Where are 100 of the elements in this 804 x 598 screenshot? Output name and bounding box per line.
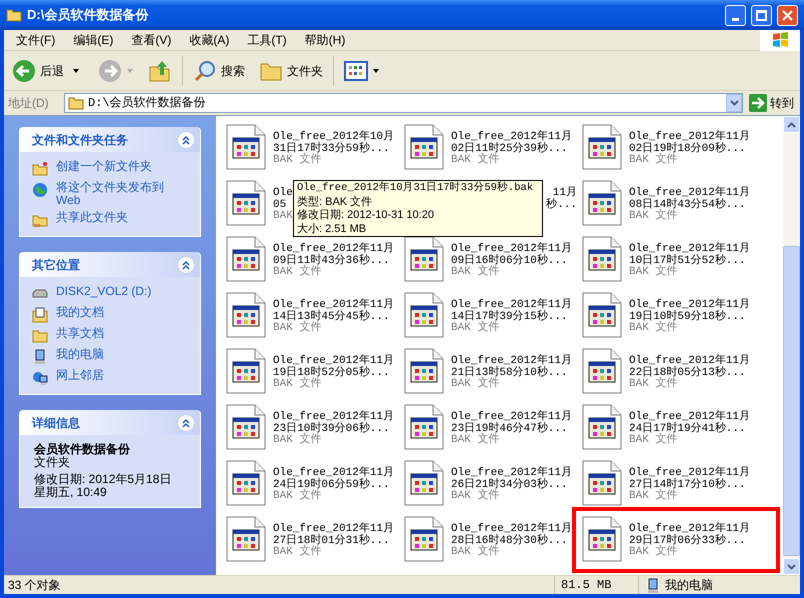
document-icon [582, 404, 622, 450]
document-icon [226, 292, 266, 338]
file-name[interactable]: 11月 [552, 188, 577, 200]
collapse-icon[interactable] [177, 130, 195, 148]
menu-item[interactable]: 工具(T) [247, 31, 287, 49]
panel-link[interactable]: 将这个文件夹发布到 Web [56, 181, 164, 207]
folder-type: 文件夹 [34, 456, 71, 469]
document-icon [226, 124, 266, 170]
document-icon [582, 124, 622, 170]
panel-header[interactable]: 详细信息 [20, 410, 200, 435]
menu-item[interactable]: 收藏(A) [189, 31, 230, 49]
document-icon [582, 348, 622, 394]
globe-icon [32, 182, 48, 198]
panel-link[interactable]: 我的电脑 [56, 348, 104, 361]
file-type: BAK 文件 [273, 155, 322, 166]
maximize-button[interactable] [751, 4, 772, 26]
file-type: BAK 文件 [273, 435, 322, 446]
file-type: BAK 文件 [629, 155, 678, 166]
document-icon [226, 348, 266, 394]
go-button[interactable]: 转到 [747, 94, 796, 112]
views-icon[interactable] [344, 60, 368, 80]
menu-item[interactable]: 查看(V) [131, 31, 172, 49]
document-icon [226, 516, 266, 562]
folder-icon [6, 8, 22, 22]
file-name[interactable]: Ole 05 [273, 188, 293, 211]
file-type: BAK 文件 [451, 435, 500, 446]
file-type: BAK 文件 [451, 155, 500, 166]
close-icon [782, 10, 793, 20]
panel-link[interactable]: DISK2_VOL2 (D:) [56, 285, 152, 298]
folder-name: 会员软件数据备份 [34, 443, 131, 456]
scroll-thumb[interactable] [783, 246, 800, 556]
document-icon [226, 180, 266, 226]
menu-item[interactable]: 编辑(E) [73, 31, 114, 49]
folder-icon [32, 328, 48, 344]
document-icon [582, 236, 622, 282]
panel-link[interactable]: 共享此文件夹 [56, 211, 128, 224]
panel-link[interactable]: 共享文档 [56, 327, 104, 340]
caret-icon[interactable] [372, 68, 380, 74]
network-icon [32, 370, 48, 386]
location-label: 我的电脑 [665, 577, 713, 594]
file-type: BAK 文件 [629, 323, 678, 334]
panel-title: 其它位置 [32, 256, 80, 274]
scrollbar[interactable] [783, 116, 800, 575]
address-field[interactable]: D:\会员软件数据备份 [64, 93, 743, 113]
folders-button[interactable]: 文件夹 [259, 60, 323, 82]
panel-link[interactable]: 网上邻居 [56, 369, 104, 382]
file-type: BAK 文件 [629, 211, 678, 222]
document-icon [404, 236, 444, 282]
scroll-up-button[interactable] [783, 116, 800, 133]
up-folder-icon[interactable] [148, 58, 172, 82]
file-type: BAK 文件 [629, 267, 678, 278]
scroll-down-button[interactable] [783, 558, 800, 575]
file-type: BAK 文件 [273, 491, 322, 502]
tooltip-date: 修改日期: 2012-10-31 10:20 [297, 209, 435, 222]
computer-icon [32, 349, 48, 365]
folder-icon [32, 161, 48, 177]
folder-icon [68, 96, 84, 110]
total-size: 81.5 MB [554, 576, 638, 594]
panel-link[interactable]: 我的文档 [56, 306, 104, 319]
file-type: BAK 文件 [629, 379, 678, 390]
document-icon [226, 236, 266, 282]
address-label: 地址(D) [8, 95, 50, 112]
file-type: BAK 文件 [629, 547, 678, 558]
modified-date: 修改日期: 2012年5月18日 [34, 473, 172, 486]
file-type: BAK 文件 [451, 267, 500, 278]
object-count: 33 个对象 [7, 577, 62, 594]
menu-item[interactable]: 文件(F) [16, 31, 56, 49]
chevron-down-icon [787, 564, 796, 570]
search-button[interactable]: 搜索 [193, 58, 245, 82]
collapse-icon[interactable] [177, 256, 195, 274]
chevron-down-icon [730, 100, 738, 106]
document-icon [226, 460, 266, 506]
dropdown-button[interactable] [726, 94, 742, 112]
caret-icon[interactable] [72, 68, 80, 74]
back-button[interactable]: 后退 [12, 58, 64, 82]
tooltip-size: 大小: 2.51 MB [297, 222, 368, 236]
computer-icon [645, 578, 661, 594]
panel-link[interactable]: 创建一个新文件夹 [56, 160, 152, 173]
close-button[interactable] [777, 4, 798, 26]
document-icon [404, 292, 444, 338]
file-type: BAK 文件 [273, 547, 322, 558]
file-type: BAK 文件 [451, 323, 500, 334]
file-name[interactable]: 秒... [546, 200, 577, 211]
document-icon [404, 516, 444, 562]
panel-header[interactable]: 其它位置 [20, 252, 200, 277]
document-icon [582, 180, 622, 226]
panel-header[interactable]: 文件和文件夹任务 [20, 127, 200, 152]
file-type: BAK 文件 [629, 435, 678, 446]
collapse-icon[interactable] [177, 414, 195, 432]
panel-title: 文件和文件夹任务 [32, 132, 128, 148]
menu-item[interactable]: 帮助(H) [304, 31, 346, 49]
file-type: BAK 文件 [451, 547, 500, 558]
tooltip-title: Ole_free_2012年10月31日17时33分59秒.bak [297, 182, 534, 196]
windows-logo [771, 32, 789, 48]
search-icon [193, 58, 217, 82]
go-arrow-icon [749, 94, 767, 112]
file-type: BAK 文件 [451, 491, 500, 502]
file-type: BAK 文件 [451, 379, 500, 390]
panel-title: 详细信息 [32, 414, 80, 432]
minimize-button[interactable] [725, 4, 746, 26]
